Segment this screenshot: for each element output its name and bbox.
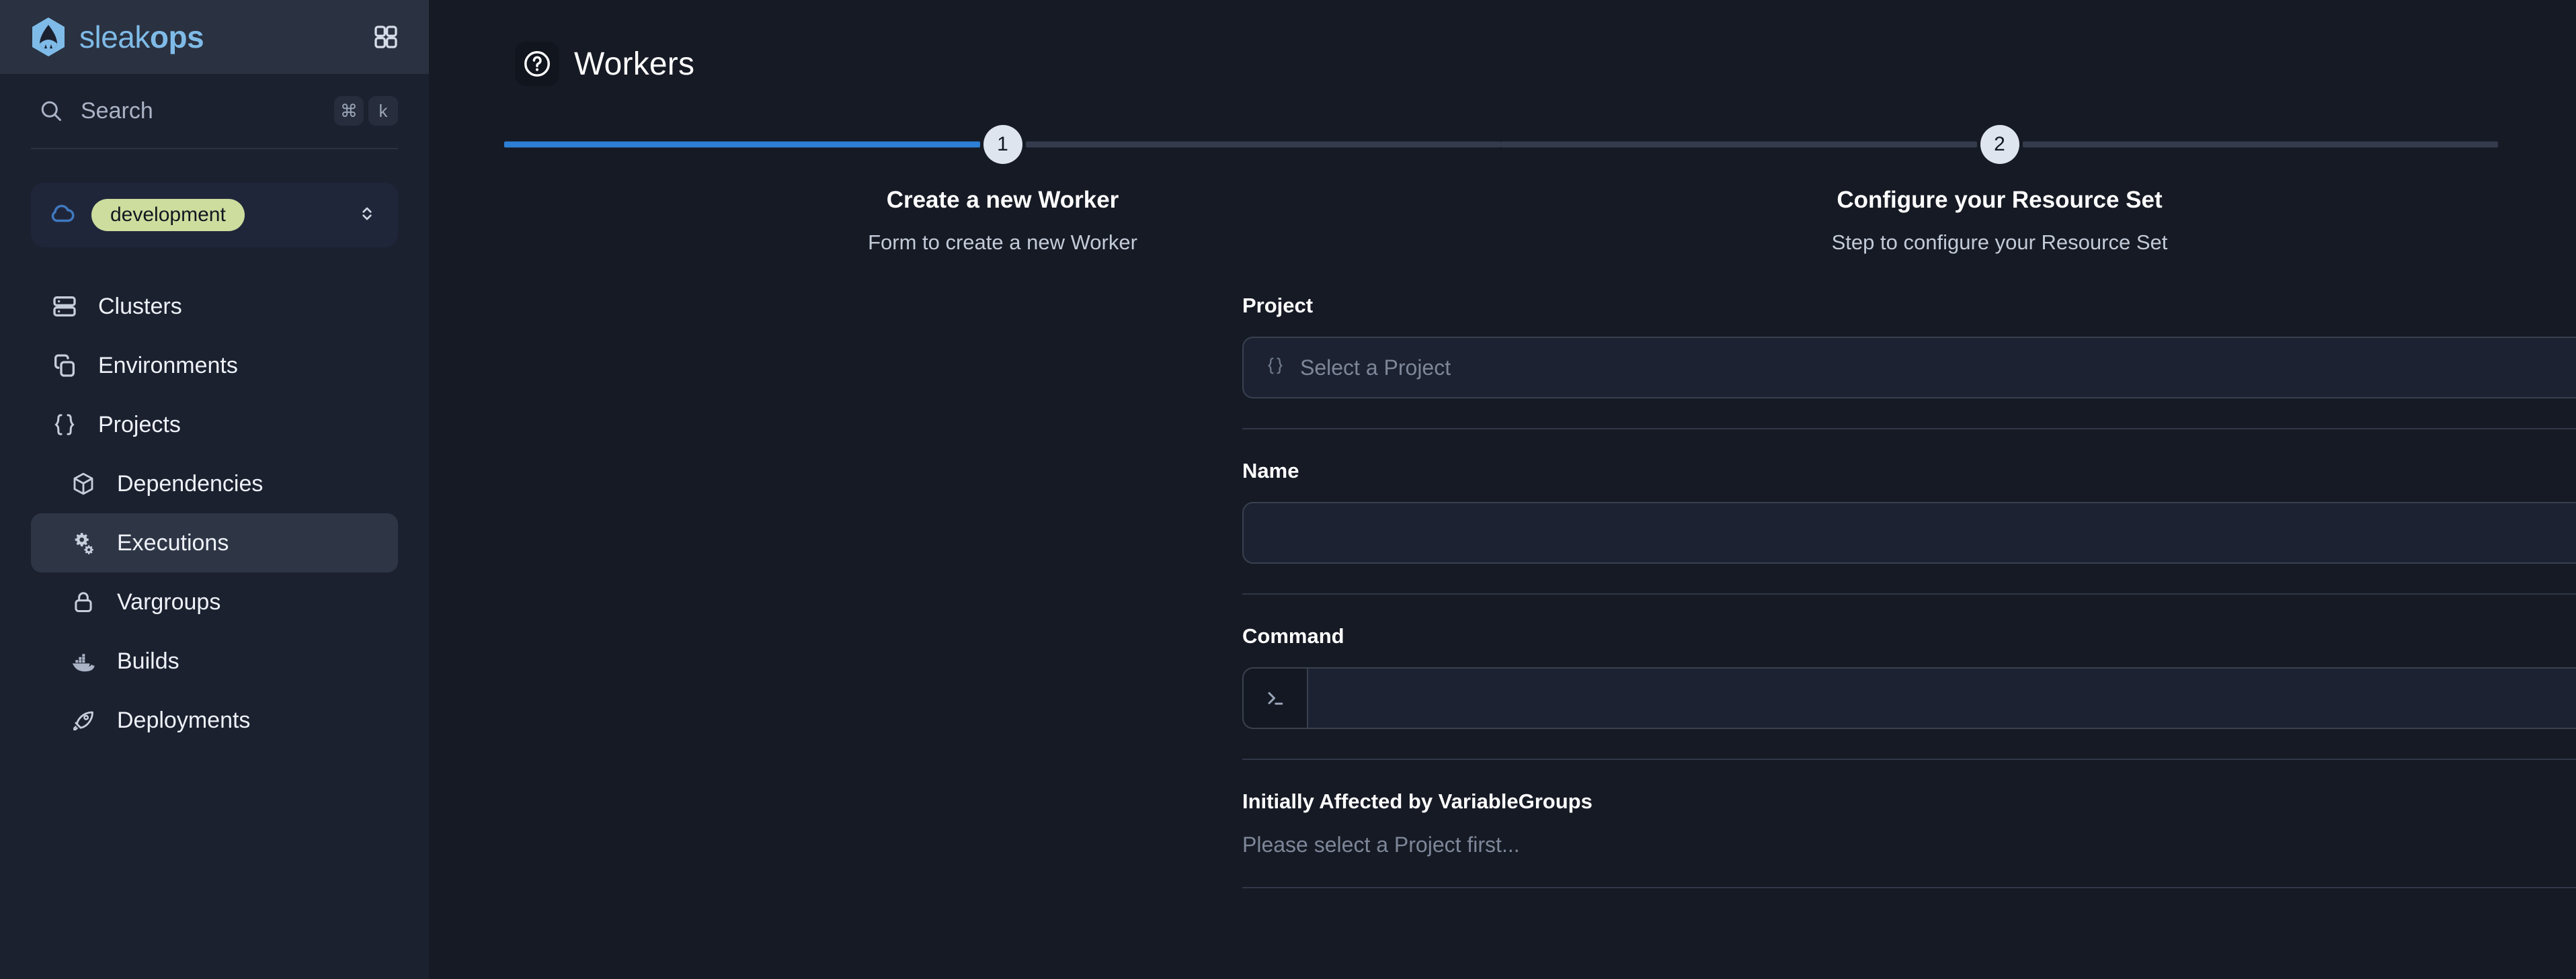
form-divider [1242,428,2576,429]
command-label: Command [1242,624,1344,648]
brand-name: sleakops [79,22,204,52]
chevron-up-down-icon[interactable] [356,203,378,228]
project-placeholder: Select a Project [1300,355,1451,380]
search-bar[interactable]: Search ⌘ k [31,74,398,149]
name-input[interactable] [1242,502,2576,564]
shortcut-key-cmd: ⌘ [334,96,364,126]
field-name: Name [1242,459,2576,564]
box-icon [69,469,98,499]
sidebar-item-dependencies[interactable]: Dependencies [31,454,398,513]
step-connector-right [2022,141,2498,148]
step-connector-right [1025,141,1501,148]
environment-selector[interactable]: development [31,183,398,247]
name-label: Name [1242,459,1299,482]
search-shortcut: ⌘ k [334,96,398,126]
copy-icon [50,351,79,380]
grid-icon[interactable] [367,18,405,56]
stepper: 1 Create a new Worker Form to create a n… [429,125,2576,255]
step-description: Step to configure your Resource Set [1831,230,2168,254]
sleakops-rocket-logo-icon [27,15,70,58]
lock-icon [69,587,98,617]
search-icon [38,97,65,124]
form-divider [1242,759,2576,760]
form-divider [1242,887,2576,888]
stepper-step-1[interactable]: 1 Create a new Worker Form to create a n… [504,125,1501,255]
stepper-step-2[interactable]: 2 Configure your Resource Set Step to co… [1501,125,2498,255]
vargroups-label: Initially Affected by VariableGroups [1242,790,1593,813]
sidebar-item-label: Deployments [117,707,251,733]
step-connector-left [1501,141,1977,148]
sidebar-item-label: Dependencies [117,470,264,497]
server-icon [50,292,79,321]
sidebar-item-builds[interactable]: Builds [31,632,398,691]
form-divider [1242,593,2576,595]
sidebar-item-label: Executions [117,529,229,556]
page-title: Workers [574,46,695,82]
field-vargroups: Initially Affected by VariableGroups Ple… [1242,790,2576,857]
environment-badge: development [91,199,245,231]
rocket-icon [69,706,98,735]
step-number-badge: 1 [983,125,1022,164]
braces-icon [50,410,79,439]
project-label: Project [1242,294,1314,317]
step-connector-left [504,141,980,148]
brand-bar: sleakops [0,0,429,74]
question-circle-icon[interactable] [515,42,559,86]
sidebar-item-label: Builds [117,648,179,674]
app-root: sleakops Search ⌘ k development Clusters… [0,0,2576,979]
step-number-badge: 2 [1980,125,2019,164]
sidebar-item-label: Vargroups [117,589,221,615]
step-description: Form to create a new Worker [868,230,1137,254]
sidebar-item-executions[interactable]: Executions [31,513,398,572]
step-track: 1 [504,125,1501,164]
braces-icon [1264,355,1287,381]
sidebar-item-label: Environments [98,352,238,378]
sidebar-item-deployments[interactable]: Deployments [31,691,398,750]
cloud-icon [48,200,77,231]
command-input[interactable] [1307,667,2576,729]
sidebar-item-vargroups[interactable]: Vargroups [31,572,398,632]
terminal-icon [1242,667,1307,729]
vargroups-empty-note: Please select a Project first... [1242,833,1520,857]
brand[interactable]: sleakops [27,15,204,58]
field-project: Project Select a Project [1242,294,2576,398]
sidebar-item-projects[interactable]: Projects [31,395,398,454]
sidebar-item-label: Clusters [98,293,182,319]
sidebar: sleakops Search ⌘ k development Clusters… [0,0,429,979]
command-row [1242,667,2576,729]
sidebar-item-environments[interactable]: Environments [31,336,398,395]
search-input[interactable]: Search [81,98,318,124]
gears-icon [69,528,98,558]
step-track: 2 [1501,125,2498,164]
docker-icon [69,646,98,676]
brand-name-bold: ops [149,19,204,54]
project-select[interactable]: Select a Project [1242,337,2576,398]
page-header: Workers [429,0,2576,86]
shortcut-key-k: k [368,96,398,126]
main-content: Workers 1 Create a new Worker Form to cr… [429,0,2576,979]
field-command: Command [1242,624,2576,729]
step-title: Create a new Worker [886,187,1119,213]
sidebar-item-clusters[interactable]: Clusters [31,277,398,336]
step-title: Configure your Resource Set [1837,187,2163,213]
sidebar-item-label: Projects [98,411,181,437]
create-worker-form: Project Select a Project Name Command In… [1242,294,2576,888]
brand-name-thin: sleak [79,19,150,54]
sidebar-nav: Clusters Environments Projects Dependenc… [0,277,429,750]
